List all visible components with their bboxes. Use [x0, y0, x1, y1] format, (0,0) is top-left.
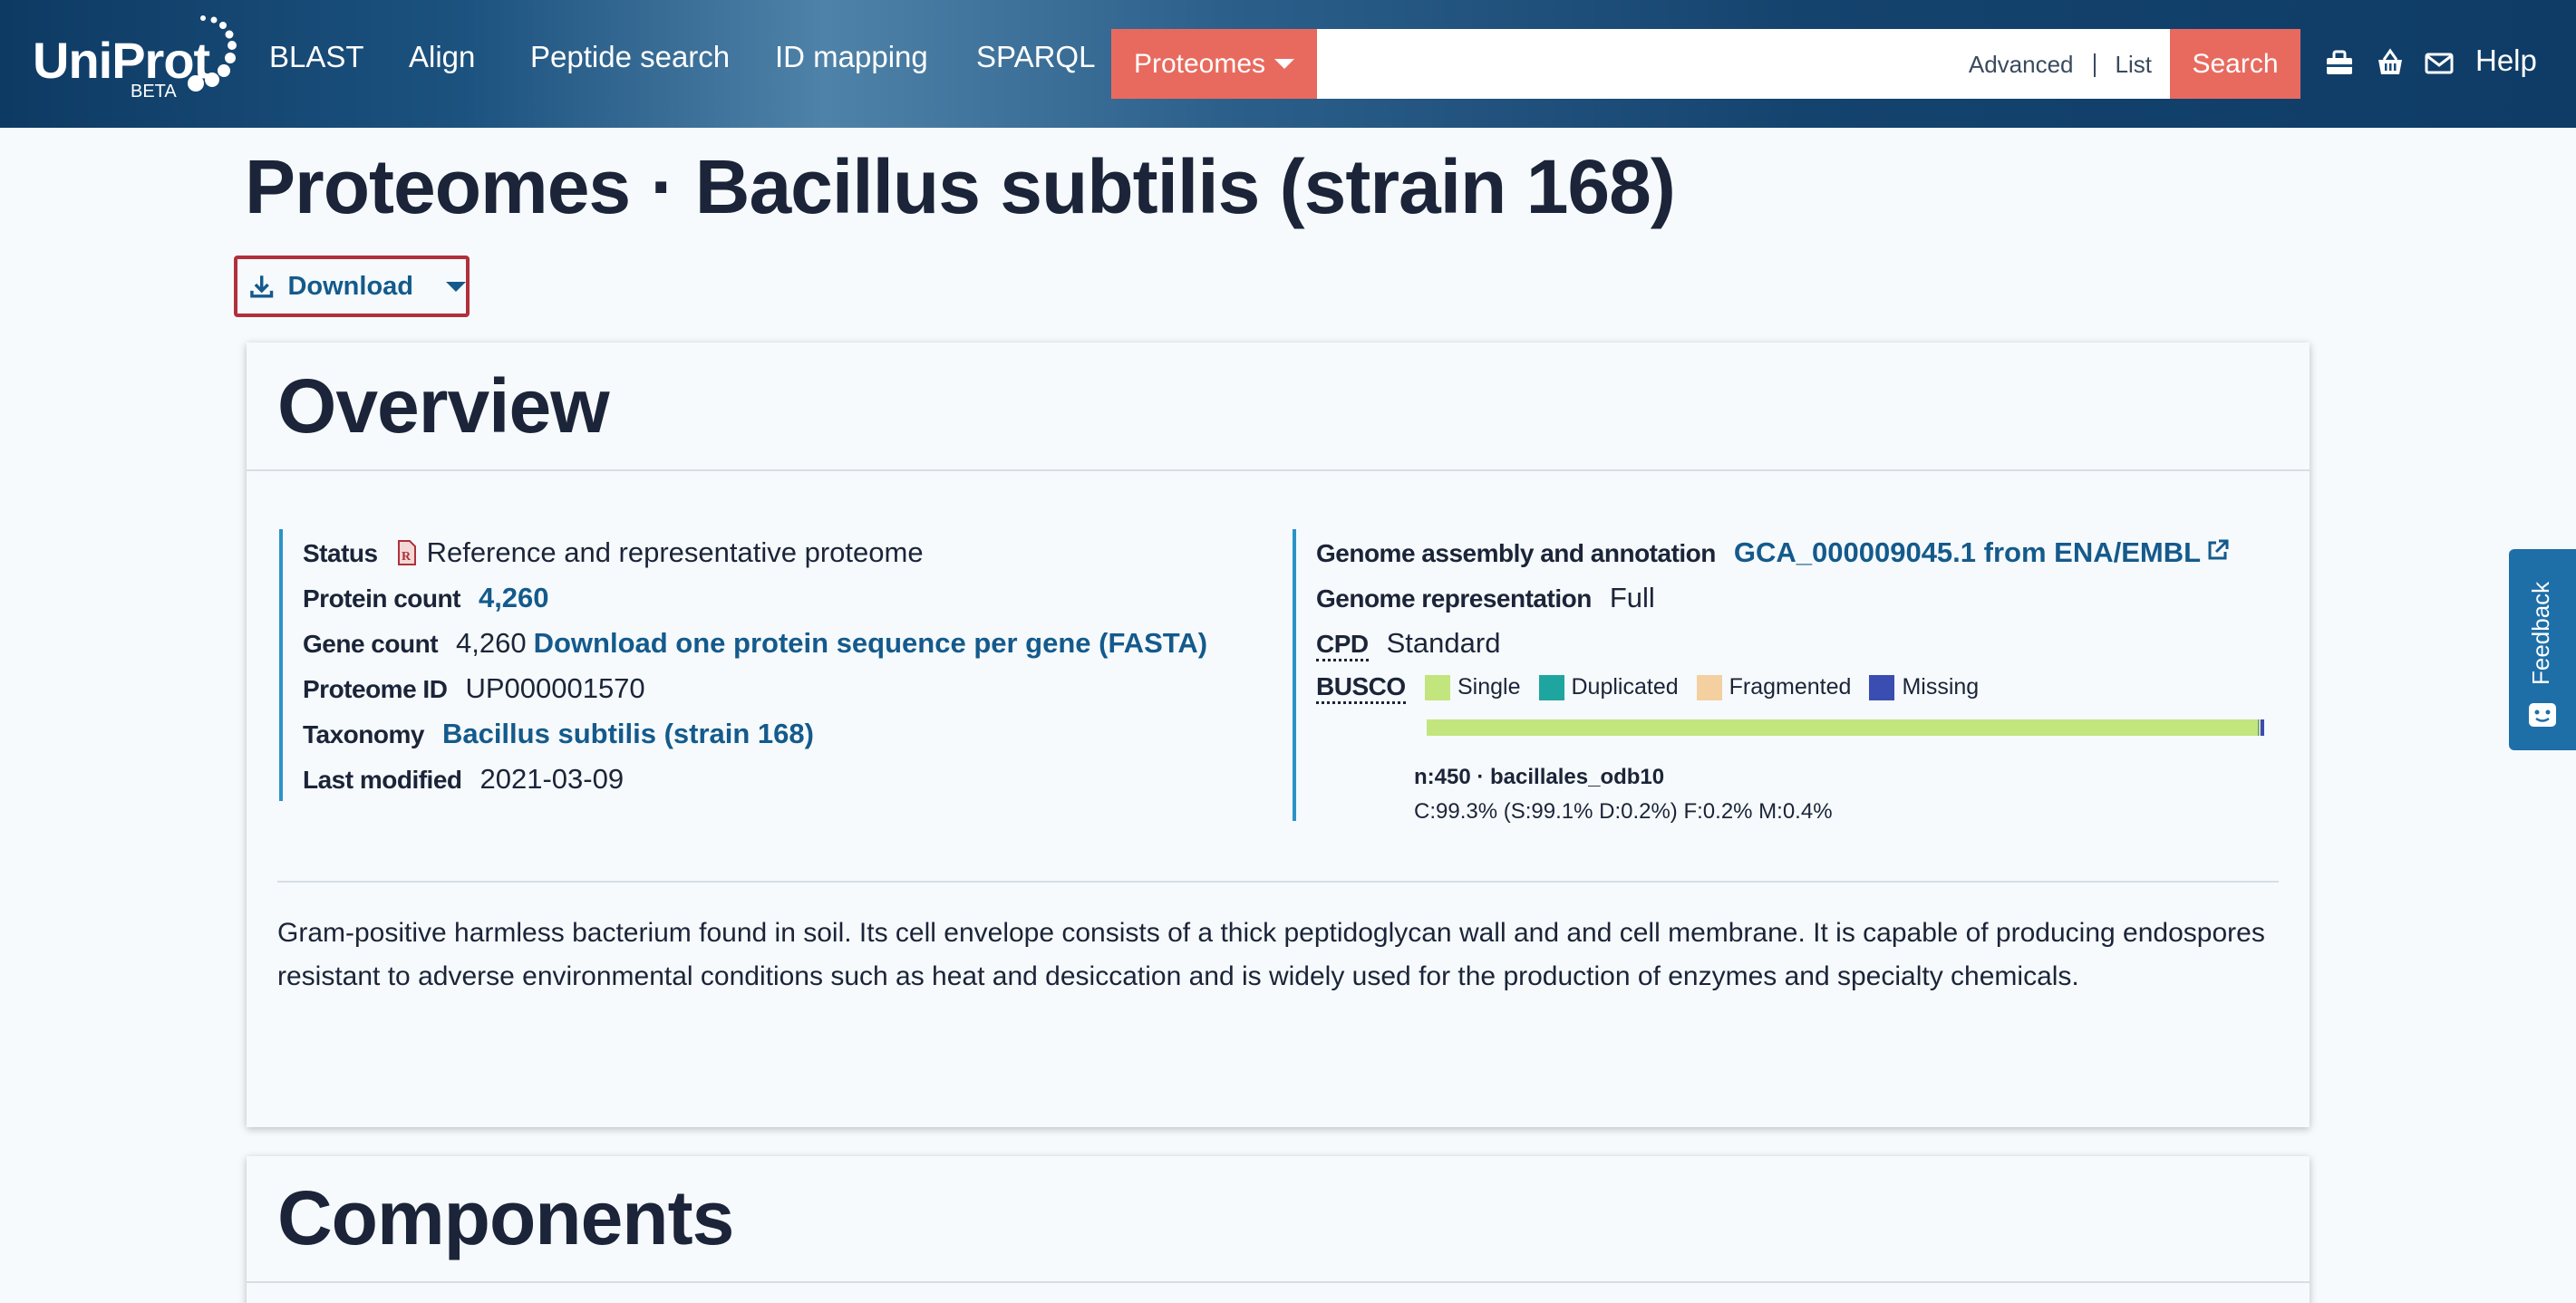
reference-proteome-icon: R — [397, 540, 416, 565]
busco-scores: C:99.3% (S:99.1% D:0.2%) F:0.2% M:0.4% — [1414, 799, 1833, 824]
nav-id-mapping[interactable]: ID mapping — [775, 40, 928, 74]
gene-count-label: Gene count — [303, 630, 439, 658]
proteome-id-label: Proteome ID — [303, 675, 448, 703]
last-modified-row: Last modified 2021-03-09 — [303, 763, 624, 796]
legend-duplicated: Duplicated — [1538, 674, 1679, 700]
search-group: Proteomes Advanced List Search — [1111, 29, 2300, 99]
external-link-icon[interactable] — [2206, 538, 2230, 562]
components-card: Components — [247, 1156, 2310, 1303]
proteome-id-row: Proteome ID UP000001570 — [303, 672, 645, 705]
svg-text:R: R — [402, 550, 412, 564]
overview-card: Overview Status R Reference and represen… — [247, 343, 2310, 1127]
gene-count-value: 4,260 — [456, 627, 527, 659]
divider — [277, 881, 2279, 883]
legend-label: Fragmented — [1729, 674, 1852, 700]
search-field-wrapper: Advanced List — [1317, 29, 2170, 99]
legend-swatch — [1869, 674, 1895, 700]
feedback-chat-icon — [2529, 703, 2556, 727]
logo-beta-label: BETA — [131, 82, 177, 101]
genome-assembly-link[interactable]: GCA_000009045.1 from ENA/EMBL — [1734, 536, 2201, 569]
top-navigation-bar: UniProt BETA BLAST Align Peptide search … — [0, 0, 2576, 128]
legend-swatch — [1538, 674, 1564, 700]
genome-representation-row: Genome representation Full — [1316, 582, 1655, 614]
toolbox-icon[interactable] — [2324, 47, 2355, 78]
components-title: Components — [277, 1175, 734, 1260]
legend-swatch — [1696, 674, 1722, 700]
taxonomy-row: Taxonomy Bacillus subtilis (strain 168) — [303, 718, 814, 750]
legend-label: Missing — [1902, 674, 1980, 700]
proteome-id-value: UP000001570 — [465, 672, 645, 704]
advanced-search-link[interactable]: Advanced — [1969, 51, 2074, 79]
chevron-down-icon[interactable] — [446, 281, 466, 292]
nav-align[interactable]: Align — [409, 40, 475, 74]
page-title: Proteomes · Bacillus subtilis (strain 16… — [245, 144, 1676, 229]
search-button[interactable]: Search — [2170, 29, 2300, 99]
overview-right-column: Genome assembly and annotation GCA_00000… — [1293, 529, 2271, 824]
feedback-label-graphic: Feedback — [2527, 581, 2554, 685]
status-value: Reference and representative proteome — [426, 536, 924, 568]
protein-count-label: Protein count — [303, 584, 460, 613]
uniprot-logo[interactable]: UniProt BETA — [33, 11, 241, 109]
download-icon — [250, 275, 274, 298]
legend-swatch — [1425, 674, 1450, 700]
cpd-label: CPD — [1316, 630, 1369, 661]
genome-representation-value: Full — [1609, 582, 1655, 613]
busco-segment-missing — [2261, 719, 2264, 736]
cpd-value: Standard — [1386, 627, 1501, 659]
feedback-tab[interactable]: Feedback — [2509, 549, 2576, 750]
mail-icon[interactable] — [2424, 47, 2455, 78]
basket-icon[interactable] — [2375, 47, 2406, 78]
divider — [2093, 53, 2096, 77]
overview-left-column: Status R Reference and representative pr… — [279, 529, 1294, 801]
genome-representation-label: Genome representation — [1316, 584, 1592, 613]
last-modified-value: 2021-03-09 — [479, 763, 625, 795]
divider — [247, 469, 2310, 471]
taxonomy-label: Taxonomy — [303, 720, 424, 748]
nav-peptide-search[interactable]: Peptide search — [530, 40, 730, 74]
legend-missing: Missing — [1869, 674, 1979, 700]
gene-count-row: Gene count 4,260 Download one protein se… — [303, 627, 1207, 660]
legend-label: Single — [1457, 674, 1521, 700]
feedback-label: Feedback — [2527, 581, 2554, 685]
download-fasta-link[interactable]: Download one protein sequence per gene (… — [534, 627, 1208, 660]
busco-legend: Single Duplicated Fragmented Missing — [1425, 674, 1997, 700]
list-search-link[interactable]: List — [2116, 51, 2152, 79]
status-row: Status R Reference and representative pr… — [303, 536, 924, 569]
status-label: Status — [303, 539, 378, 567]
busco-completeness-bar — [1427, 719, 2264, 736]
taxonomy-link[interactable]: Bacillus subtilis (strain 168) — [442, 718, 814, 750]
legend-label: Duplicated — [1571, 674, 1679, 700]
proteome-description: Gram-positive harmless bacterium found i… — [277, 918, 2265, 991]
genome-assembly-label: Genome assembly and annotation — [1316, 539, 1716, 567]
protein-count-row: Protein count 4,260 — [303, 582, 549, 614]
protein-count-link[interactable]: 4,260 — [479, 582, 549, 614]
search-links: Advanced List — [1969, 51, 2152, 79]
nav-sparql[interactable]: SPARQL — [976, 40, 1095, 74]
search-scope-dropdown[interactable]: Proteomes — [1111, 29, 1317, 99]
cpd-row: CPD Standard — [1316, 627, 1500, 661]
chevron-down-icon — [1274, 59, 1295, 69]
busco-segment-single — [1427, 719, 2258, 736]
logo-dots-icon — [188, 15, 237, 92]
legend-fragmented: Fragmented — [1696, 674, 1852, 700]
download-label: Download — [287, 271, 413, 301]
busco-label: BUSCO — [1316, 672, 1406, 704]
divider — [247, 1281, 2310, 1283]
nav-blast[interactable]: BLAST — [269, 40, 364, 74]
last-modified-label: Last modified — [303, 766, 462, 794]
busco-summary: n:450 · bacillales_odb10 — [1414, 765, 1665, 789]
legend-single: Single — [1425, 674, 1521, 700]
download-button[interactable]: Download — [234, 256, 470, 317]
busco-row: BUSCO Single Duplicated Fragmented Missi… — [1316, 672, 2264, 824]
genome-assembly-row: Genome assembly and annotation GCA_00000… — [1316, 536, 2230, 569]
overview-title: Overview — [277, 363, 610, 449]
help-link[interactable]: Help — [2475, 43, 2537, 78]
search-scope-label: Proteomes — [1133, 48, 1266, 79]
